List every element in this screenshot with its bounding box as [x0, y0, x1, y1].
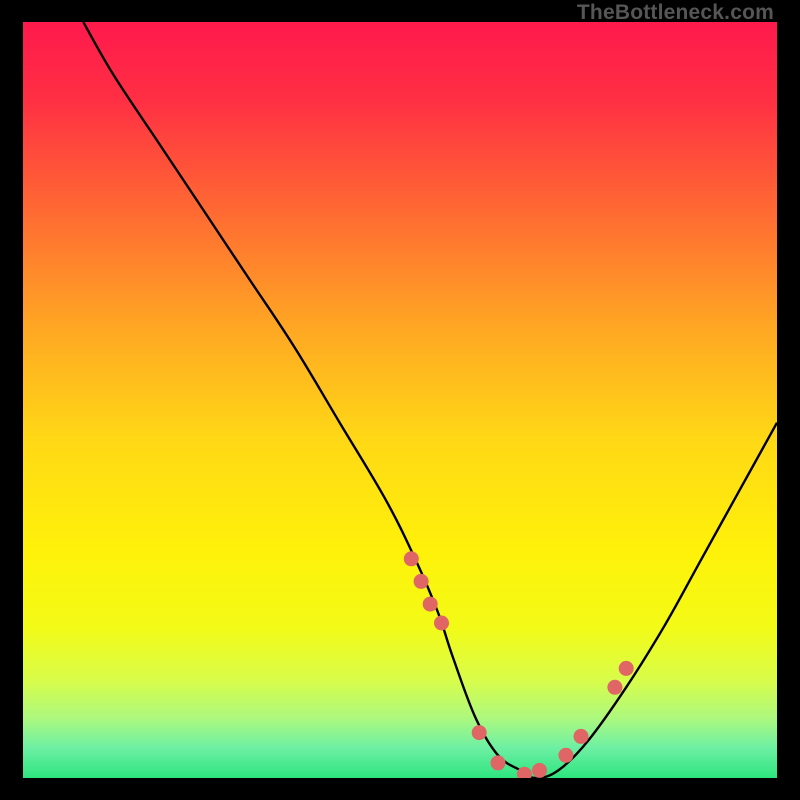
chart-frame — [23, 22, 777, 778]
curve-marker — [491, 755, 506, 770]
curve-marker — [423, 597, 438, 612]
curve-markers — [404, 551, 634, 778]
curve-marker — [574, 729, 589, 744]
curve-marker — [607, 680, 622, 695]
curve-marker — [558, 748, 573, 763]
curve-marker — [414, 574, 429, 589]
curve-marker — [404, 551, 419, 566]
curve-marker — [619, 661, 634, 676]
watermark-text: TheBottleneck.com — [577, 1, 774, 25]
curve-marker — [532, 763, 547, 778]
curve-marker — [472, 725, 487, 740]
curve-marker — [434, 616, 449, 631]
chart-svg — [23, 22, 777, 778]
bottleneck-curve — [83, 22, 777, 778]
